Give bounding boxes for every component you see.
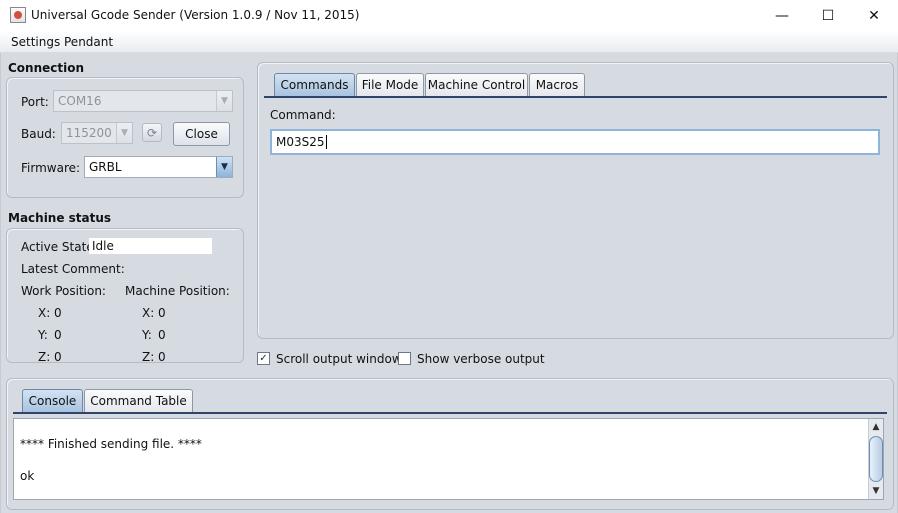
chevron-down-icon: ▼ [216,91,232,111]
firmware-value: GRBL [89,160,122,174]
refresh-icon: ⟳ [146,125,158,140]
machine-z-label: Z: [142,350,155,364]
console-output[interactable] [13,418,884,500]
baud-value: 115200 [66,126,112,140]
scroll-thumb[interactable] [869,436,883,482]
window-title: Universal Gcode Sender (Version 1.0.9 / … [31,8,360,22]
verbose-output-checkbox[interactable] [398,352,411,365]
close-window-button[interactable]: ✕ [851,0,897,31]
console-tab-divider [13,412,887,414]
machine-status-title: Machine status [8,211,112,225]
verbose-output-label[interactable]: Show verbose output [417,352,545,366]
machine-y-value: 0 [158,328,166,342]
title-bar: Universal Gcode Sender (Version 1.0.9 / … [0,0,898,31]
work-position-label: Work Position: [21,284,106,298]
chevron-down-icon: ▼ [116,123,132,143]
port-label: Port: [21,95,49,109]
minimize-button[interactable]: — [759,0,805,31]
console-line: ok [20,469,35,483]
console-line: **** Finished sending file. **** [20,437,202,451]
active-state-value: Idle [89,238,212,254]
menu-bar [0,31,898,53]
tab-commands[interactable]: Commands [274,73,355,96]
text-caret [325,135,327,149]
menu-pendant[interactable]: Pendant [64,35,113,49]
work-y-label: Y: [38,328,48,342]
firmware-label: Firmware: [21,161,81,175]
tab-divider [264,96,887,98]
connection-title: Connection [8,61,85,75]
work-x-value: 0 [54,306,62,320]
close-connection-button[interactable]: Close [173,122,230,146]
port-value: COM16 [58,94,102,108]
work-z-value: 0 [54,350,62,364]
baud-select[interactable]: 115200 ▼ [61,122,133,144]
machine-position-label: Machine Position: [125,284,230,298]
latest-comment-label: Latest Comment: [21,262,125,276]
checkmark-icon: ✓ [259,353,268,364]
work-x-label: X: [38,306,51,320]
command-tabs-panel [257,62,894,339]
scroll-up-icon[interactable]: ▲ [868,419,884,435]
scroll-down-icon[interactable]: ▼ [868,483,884,499]
tab-console[interactable]: Console [22,389,83,412]
chevron-down-icon: ▼ [216,157,232,177]
tab-file-mode[interactable]: File Mode [356,73,424,96]
command-value: M03S25 [276,135,325,149]
firmware-select[interactable]: GRBL ▼ [84,156,233,178]
active-state-label: Active State: [21,240,98,254]
scroll-output-checkbox[interactable]: ✓ [257,352,270,365]
port-select[interactable]: COM16 ▼ [53,90,233,112]
tab-macros[interactable]: Macros [529,73,585,96]
refresh-ports-button[interactable]: ⟳ [142,123,162,142]
machine-z-value: 0 [158,350,166,364]
scroll-output-label[interactable]: Scroll output window [276,352,402,366]
baud-label: Baud: [21,127,56,141]
maximize-button[interactable]: ☐ [805,0,851,31]
machine-x-label: X: [142,306,155,320]
machine-y-label: Y: [142,328,152,342]
tab-machine-control[interactable]: Machine Control [425,73,528,96]
command-input[interactable]: M03S25 [270,129,880,155]
menu-settings[interactable]: Settings [11,35,60,49]
work-y-value: 0 [54,328,62,342]
work-z-label: Z: [38,350,51,364]
command-label: Command: [270,108,336,122]
tab-command-table[interactable]: Command Table [84,389,193,412]
machine-x-value: 0 [158,306,166,320]
app-icon [10,7,26,23]
